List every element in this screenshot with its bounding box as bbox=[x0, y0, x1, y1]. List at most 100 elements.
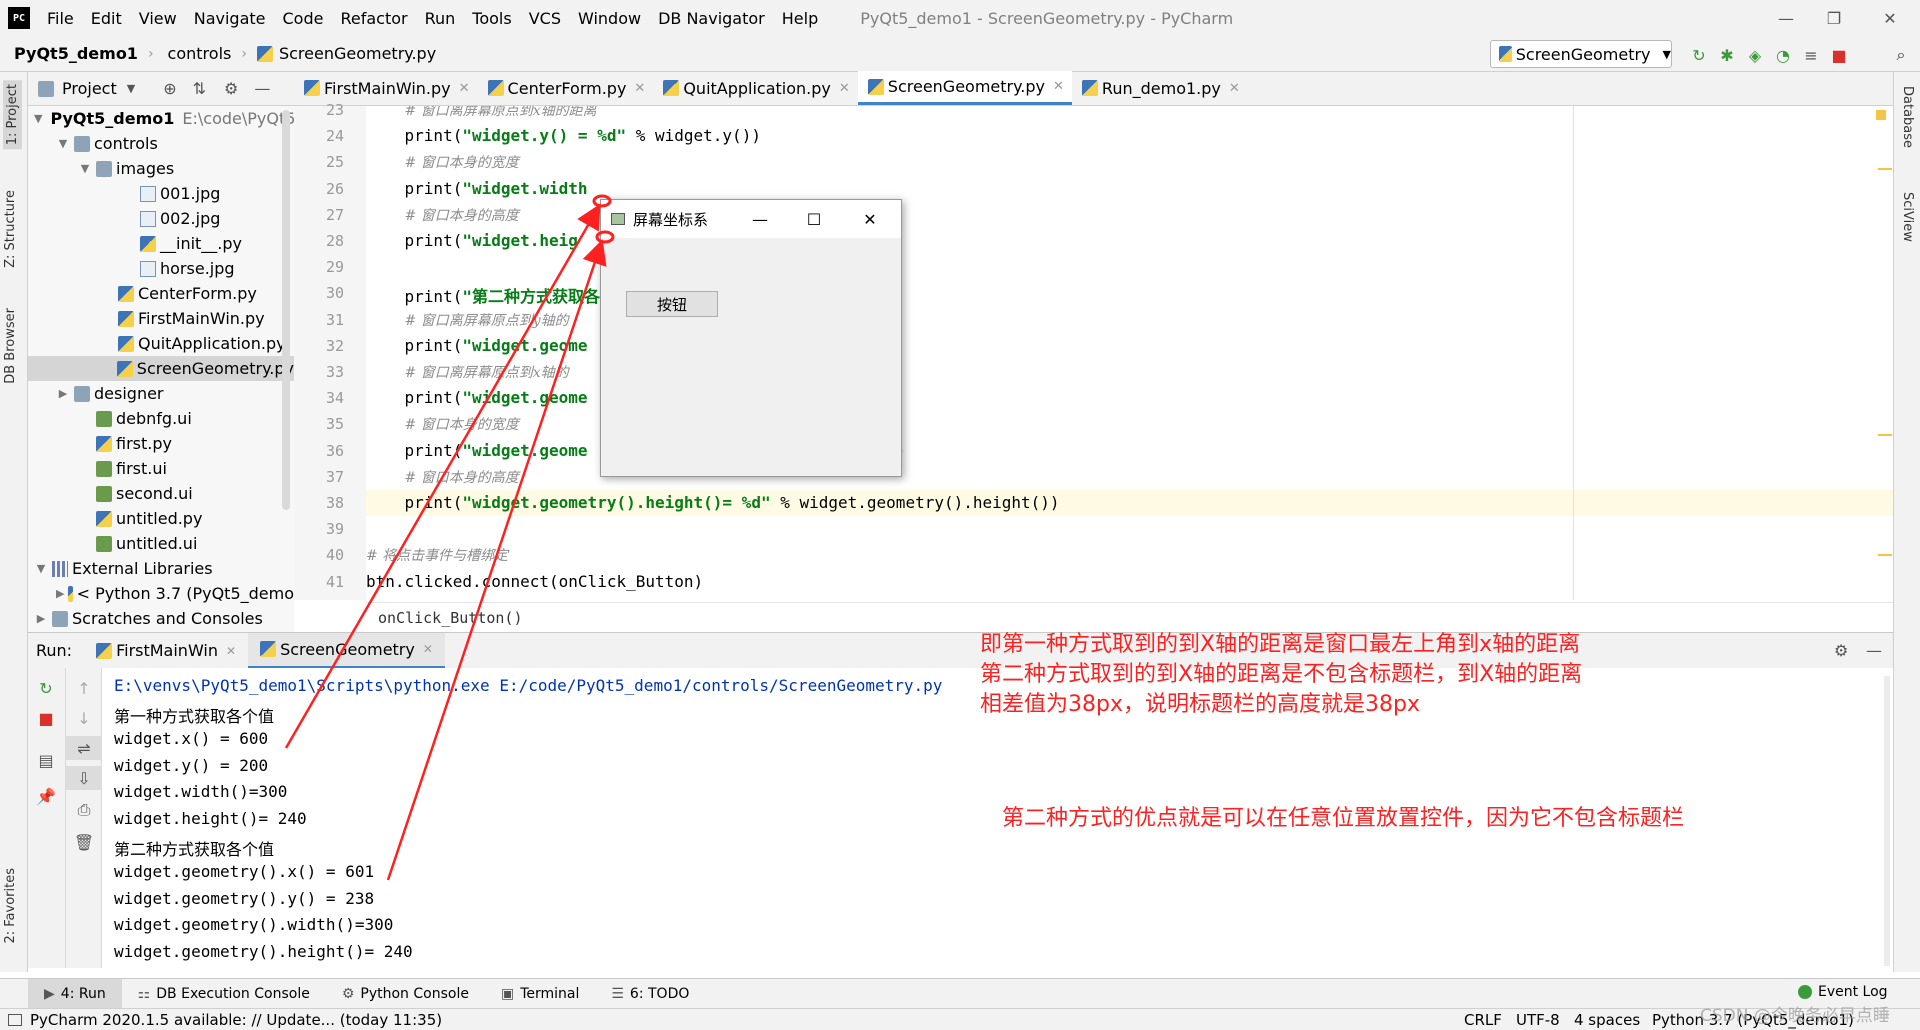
menu-run[interactable]: Run bbox=[425, 9, 456, 28]
bottom-tab[interactable]: ⚏ DB Execution Console bbox=[122, 979, 326, 1009]
tree-item[interactable]: horse.jpg bbox=[28, 256, 294, 281]
event-log-tab[interactable]: Event Log bbox=[1798, 984, 1888, 1000]
close-tab-icon[interactable]: ✕ bbox=[839, 81, 850, 96]
debug-icon[interactable]: ✱ bbox=[1716, 44, 1738, 66]
run-configuration-select[interactable]: ScreenGeometry ▼ bbox=[1490, 40, 1672, 68]
qt-maximize-button[interactable]: ☐ bbox=[787, 200, 841, 238]
tree-item[interactable]: untitled.ui bbox=[28, 531, 294, 556]
bottom-tab[interactable]: ▶ 4: Run bbox=[28, 978, 122, 1009]
file-encoding[interactable]: UTF-8 bbox=[1516, 1011, 1560, 1029]
soft-wrap-icon[interactable]: ⇌ bbox=[66, 736, 102, 760]
warning-stripe[interactable] bbox=[1878, 554, 1892, 556]
code-line[interactable]: # 窗口离屏幕原点到x轴的 bbox=[366, 362, 569, 382]
rerun-icon[interactable]: ↻ bbox=[1688, 44, 1710, 66]
stop-icon[interactable]: ■ bbox=[28, 706, 64, 730]
tool-tab-database[interactable]: Database bbox=[1900, 86, 1915, 148]
hide-panel-icon[interactable]: — bbox=[254, 79, 270, 98]
close-tab-icon[interactable]: ✕ bbox=[423, 642, 433, 656]
code-line[interactable]: print("widget.width bbox=[366, 179, 588, 198]
close-tab-icon[interactable]: ✕ bbox=[1053, 79, 1064, 94]
tool-tab-structure[interactable]: Z: Structure bbox=[3, 190, 18, 268]
code-line[interactable]: # 窗口本身的高度 bbox=[366, 205, 519, 225]
profile-icon[interactable]: ◔ bbox=[1772, 44, 1794, 66]
warning-stripe[interactable] bbox=[1878, 168, 1892, 170]
close-tab-icon[interactable]: ✕ bbox=[1229, 81, 1240, 96]
stop-icon[interactable]: ■ bbox=[1828, 44, 1850, 66]
code-line[interactable]: # 窗口本身的宽度 bbox=[366, 414, 519, 434]
tool-tab-favorites[interactable]: 2: Favorites bbox=[3, 868, 18, 944]
code-line[interactable]: # 将点击事件与槽绑定 bbox=[366, 545, 508, 565]
tree-item[interactable]: QuitApplication.py bbox=[28, 331, 294, 356]
chevron-down-icon[interactable]: ▼ bbox=[127, 82, 135, 95]
editor-tab[interactable]: Run_demo1.py ✕ bbox=[1072, 71, 1248, 105]
tree-item[interactable]: first.py bbox=[28, 431, 294, 456]
chevron-down-icon[interactable]: ▼ bbox=[34, 112, 42, 125]
collapse-all-icon[interactable]: ⇅ bbox=[193, 79, 206, 98]
warning-stripe[interactable] bbox=[1878, 434, 1892, 436]
breadcrumb-project[interactable]: PyQt5_demo1 bbox=[0, 44, 138, 63]
pin-icon[interactable]: 📌 bbox=[28, 784, 64, 808]
tree-item[interactable]: ▼ images bbox=[28, 156, 294, 181]
search-icon[interactable]: ⌕ bbox=[1890, 44, 1912, 66]
bottom-tab[interactable]: ☰ 6: TODO bbox=[595, 979, 705, 1009]
breadcrumb-file[interactable]: ScreenGeometry.py bbox=[277, 44, 436, 63]
line-separator[interactable]: CRLF bbox=[1464, 1011, 1502, 1029]
code-line[interactable]: print("widget.y() = %d" % widget.y()) bbox=[366, 126, 761, 145]
restore-layout-icon[interactable]: ▤ bbox=[28, 748, 64, 772]
bottom-tab[interactable]: ⚙ Python Console bbox=[326, 979, 485, 1009]
tool-tab-sciview[interactable]: SciView bbox=[1900, 192, 1915, 242]
menu-edit[interactable]: Edit bbox=[91, 9, 122, 28]
update-message[interactable]: PyCharm 2020.1.5 available: // Update...… bbox=[30, 1011, 442, 1029]
qt-minimize-button[interactable]: — bbox=[733, 200, 787, 238]
code-line[interactable]: # 窗口本身的高度 bbox=[366, 467, 519, 487]
gear-icon[interactable]: ⚙ bbox=[1834, 641, 1848, 660]
tree-item[interactable]: first.ui bbox=[28, 456, 294, 481]
menu-tools[interactable]: Tools bbox=[472, 9, 511, 28]
tree-item[interactable]: __init__.py bbox=[28, 231, 294, 256]
menu-navigate[interactable]: Navigate bbox=[194, 9, 266, 28]
tree-item[interactable]: ScreenGeometry.py bbox=[28, 356, 294, 381]
breadcrumb-folder[interactable]: controls bbox=[154, 44, 232, 63]
arrow-up-icon[interactable]: ↑ bbox=[66, 676, 102, 700]
menu-help[interactable]: Help bbox=[782, 9, 818, 28]
menu-code[interactable]: Code bbox=[283, 9, 324, 28]
tree-item[interactable]: ▶ < Python 3.7 (PyQt5_demo bbox=[28, 581, 294, 606]
tree-item[interactable]: untitled.py bbox=[28, 506, 294, 531]
tree-item[interactable]: ▼ PyQt5_demo1 E:\code\PyQt5 bbox=[28, 106, 294, 131]
build-icon[interactable]: ≡ bbox=[1800, 44, 1822, 66]
editor-tab[interactable]: QuitApplication.py ✕ bbox=[653, 71, 857, 105]
code-line[interactable]: print("widget.geometry().height()= %d" %… bbox=[366, 493, 1060, 512]
tree-item[interactable]: ▼ External Libraries bbox=[28, 556, 294, 581]
tree-item[interactable]: 002.jpg bbox=[28, 206, 294, 231]
warning-marker-icon[interactable] bbox=[1876, 110, 1886, 120]
close-tab-icon[interactable]: ✕ bbox=[459, 81, 470, 96]
tree-item[interactable]: FirstMainWin.py bbox=[28, 306, 294, 331]
gear-icon[interactable]: ⚙ bbox=[224, 79, 238, 98]
code-line[interactable]: # 窗口离屏幕原点到x轴的距离 bbox=[366, 106, 597, 120]
code-line[interactable]: print("第二种方式获取各 bbox=[366, 283, 600, 307]
trash-icon[interactable]: 🗑 bbox=[66, 830, 102, 854]
scroll-to-end-icon[interactable]: ⇩ bbox=[66, 766, 102, 790]
tool-tab-project[interactable]: 1: Project bbox=[3, 80, 22, 150]
close-tab-icon[interactable]: ✕ bbox=[634, 81, 645, 96]
run-tab-screengeometry[interactable]: ScreenGeometry ✕ bbox=[248, 632, 445, 669]
chevron-down-icon[interactable]: ▼ bbox=[56, 137, 70, 150]
arrow-down-icon[interactable]: ↓ bbox=[66, 706, 102, 730]
restore-button[interactable]: ❐ bbox=[1804, 0, 1864, 36]
project-tree-scrollbar[interactable] bbox=[282, 110, 290, 510]
indent-setting[interactable]: 4 spaces bbox=[1574, 1011, 1640, 1029]
chevron-down-icon[interactable]: ▼ bbox=[78, 162, 92, 175]
tree-item[interactable]: ▶ designer bbox=[28, 381, 294, 406]
menu-db-navigator[interactable]: DB Navigator bbox=[658, 9, 765, 28]
qt-push-button[interactable]: 按钮 bbox=[626, 291, 718, 317]
close-window-button[interactable]: ✕ bbox=[1860, 0, 1920, 36]
tree-item[interactable]: ▼ controls bbox=[28, 131, 294, 156]
code-line[interactable]: # 窗口本身的宽度 bbox=[366, 152, 519, 172]
tree-item[interactable]: 001.jpg bbox=[28, 181, 294, 206]
chevron-right-icon[interactable]: ▶ bbox=[56, 387, 70, 400]
hide-panel-icon[interactable]: — bbox=[1866, 641, 1882, 660]
chevron-right-icon[interactable]: ▶ bbox=[56, 587, 64, 600]
coverage-icon[interactable]: ◈ bbox=[1744, 44, 1766, 66]
menu-vcs[interactable]: VCS bbox=[529, 9, 561, 28]
tree-item[interactable]: CenterForm.py bbox=[28, 281, 294, 306]
